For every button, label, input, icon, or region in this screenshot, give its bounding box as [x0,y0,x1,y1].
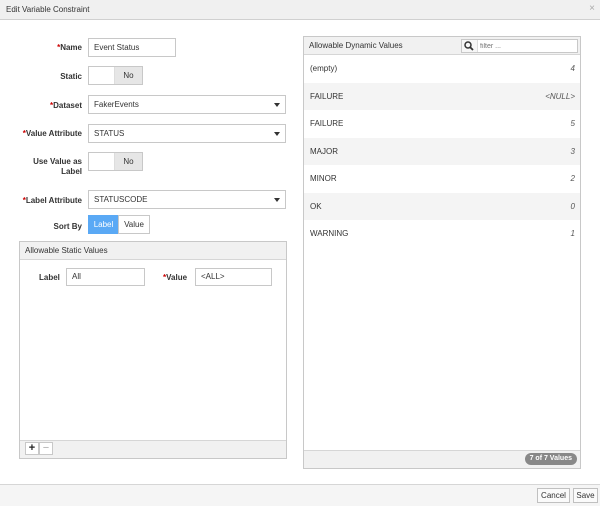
filter-input[interactable] [480,40,575,52]
use-value-as-label-label: Use Value as Label [33,157,82,176]
dataset-select[interactable]: FakerEvents [88,95,286,114]
search-icon[interactable] [462,40,478,52]
static-label-label: Label [39,273,60,282]
value-attribute-label: *Value Attribute [22,129,82,138]
label-attribute-value: STATUSCODE [94,195,148,204]
dynamic-values-panel: Allowable Dynamic Values (empty)4 FAILUR… [303,36,581,469]
static-toggle-state: No [115,67,142,84]
toggle-knob [89,67,115,84]
list-item[interactable]: (empty) 4 [304,55,580,83]
static-values-footer [20,440,286,458]
static-toggle[interactable]: No [88,66,143,85]
static-values-header: Allowable Static Values [20,242,286,260]
label-attribute-label: *Label Attribute [22,196,82,205]
use-value-toggle-state: No [115,153,142,170]
dialog-titlebar: Edit Variable Constraint × [0,0,600,20]
dynamic-values-list: (empty) 4 FAILURE <NULL> FAILURE 5 MAJOR 3 M… [304,55,580,248]
name-label: *Name [57,43,82,52]
list-item[interactable]: OK 0 [304,192,580,220]
cancel-button[interactable]: Cancel [537,488,570,503]
sort-by-label-option[interactable]: Label [88,215,119,234]
value-attribute-select[interactable]: STATUS [88,124,286,143]
dataset-label: *Dataset [49,101,82,110]
dataset-value: FakerEvents [94,100,139,109]
toggle-knob [89,153,115,170]
use-value-as-label-toggle[interactable]: No [88,152,143,171]
add-icon[interactable]: + [25,442,39,455]
values-count-badge: 7 of 7 Values [524,453,577,465]
sort-by-label: Sort By [53,222,82,231]
list-item[interactable]: FAILURE 5 [304,110,580,138]
static-label-input[interactable]: All [66,268,145,286]
chevron-down-icon [274,132,280,136]
chevron-down-icon [274,198,280,202]
list-item[interactable]: FAILURE <NULL> [304,82,580,110]
chevron-down-icon [274,103,280,107]
remove-icon[interactable]: − [39,442,53,455]
close-icon[interactable]: × [589,3,595,14]
sort-by-value-option[interactable]: Value [118,215,150,234]
static-values-panel: Allowable Static Values Label All *Value… [19,241,287,459]
name-input[interactable]: Event Status [88,38,176,57]
filter-box[interactable] [461,39,578,53]
list-item[interactable]: MINOR 2 [304,165,580,193]
static-value-label: *Value [163,273,188,282]
list-item[interactable]: WARNING 1 [304,220,580,248]
dialog-footer [0,484,600,506]
save-button[interactable]: Save [573,488,598,503]
static-value-input[interactable]: <ALL> [195,268,272,286]
dialog-title: Edit Variable Constraint [6,5,90,14]
static-label: Static [60,72,82,81]
label-attribute-select[interactable]: STATUSCODE [88,190,286,209]
value-attribute-value: STATUS [94,129,125,138]
list-item[interactable]: MAJOR 3 [304,137,580,165]
